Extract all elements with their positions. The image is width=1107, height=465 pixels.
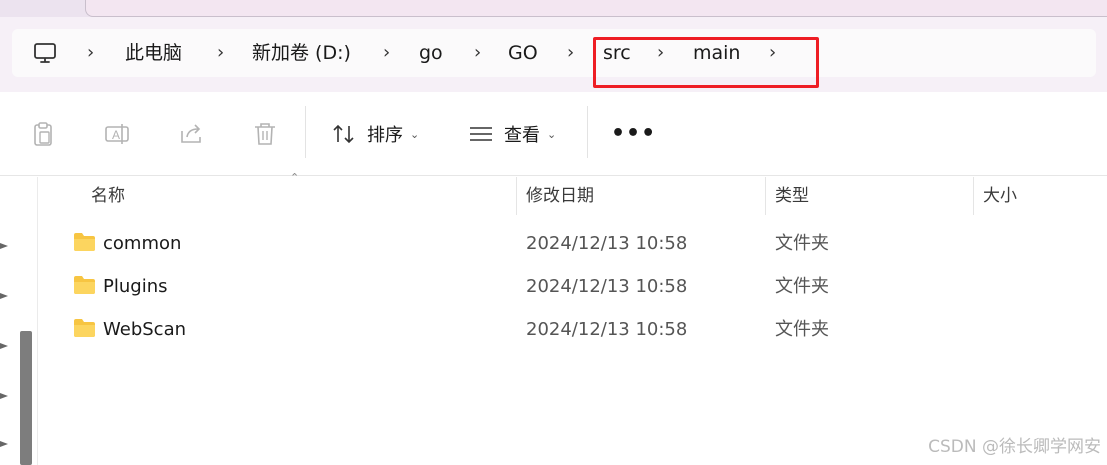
toolbar-separator: [587, 106, 588, 158]
command-bar: A 排序 ⌄ 查看 ⌄ •••: [0, 92, 1107, 176]
column-divider[interactable]: [765, 177, 766, 215]
column-header-size[interactable]: 大小: [983, 177, 1017, 215]
breadcrumb-GO[interactable]: GO: [508, 29, 538, 77]
address-bar[interactable]: › 此电脑 › 新加卷 (D:) › go › GO › src › main …: [12, 29, 1096, 88]
this-pc-icon[interactable]: [33, 41, 57, 65]
pin-icon[interactable]: [0, 341, 10, 351]
tab-edge: [85, 0, 1107, 17]
view-icon: [470, 127, 492, 141]
column-divider[interactable]: [973, 177, 974, 215]
column-header-modified[interactable]: 修改日期: [526, 177, 594, 215]
file-modified: 2024/12/13 10:58: [526, 233, 688, 254]
pin-icon[interactable]: [0, 291, 10, 301]
table-row[interactable]: WebScan 2024/12/13 10:58 文件夹: [60, 308, 1100, 351]
sort-button[interactable]: 排序 ⌄: [331, 114, 419, 154]
file-type: 文件夹: [775, 233, 829, 254]
scrollbar-thumb[interactable]: [20, 331, 32, 465]
pin-icon[interactable]: [0, 439, 10, 449]
delete-icon[interactable]: [251, 120, 279, 148]
chevron-right-icon[interactable]: ›: [87, 29, 94, 77]
breadcrumb-drive-d[interactable]: 新加卷 (D:): [252, 29, 351, 77]
file-type: 文件夹: [775, 276, 829, 297]
breadcrumb-this-pc[interactable]: 此电脑: [125, 29, 182, 77]
pin-icon[interactable]: [0, 391, 10, 401]
svg-text:A: A: [112, 128, 120, 142]
file-name[interactable]: common: [103, 222, 181, 265]
sort-indicator-icon: ⌃: [290, 171, 300, 184]
chevron-right-icon[interactable]: ›: [383, 29, 390, 77]
more-options-button[interactable]: •••: [611, 114, 656, 154]
table-row[interactable]: common 2024/12/13 10:58 文件夹: [60, 222, 1100, 265]
column-divider[interactable]: [516, 177, 517, 215]
view-label: 查看: [504, 125, 540, 146]
breadcrumb-go[interactable]: go: [419, 29, 443, 77]
file-modified: 2024/12/13 10:58: [526, 319, 688, 340]
view-button[interactable]: 查看 ⌄: [468, 114, 556, 154]
chevron-right-icon[interactable]: ›: [567, 29, 574, 77]
chevron-right-icon[interactable]: ›: [217, 29, 224, 77]
chevron-down-icon: ⌄: [410, 127, 420, 141]
highlight-box: [593, 37, 819, 88]
sort-icon: [333, 124, 354, 144]
toolbar-separator: [305, 106, 306, 158]
folder-icon: [74, 276, 95, 294]
file-type: 文件夹: [775, 319, 829, 340]
share-icon[interactable]: [177, 120, 205, 148]
watermark: CSDN @徐长卿学网安: [928, 437, 1101, 457]
paste-icon[interactable]: [29, 120, 57, 148]
folder-icon: [74, 233, 95, 251]
file-modified: 2024/12/13 10:58: [526, 276, 688, 297]
chevron-right-icon[interactable]: ›: [474, 29, 481, 77]
sort-label: 排序: [367, 125, 403, 146]
column-header-name[interactable]: 名称: [91, 177, 125, 215]
address-area: › 此电脑 › 新加卷 (D:) › go › GO › src › main …: [0, 17, 1107, 92]
file-name[interactable]: WebScan: [103, 308, 186, 351]
chevron-down-icon: ⌄: [547, 127, 557, 141]
table-row[interactable]: Plugins 2024/12/13 10:58 文件夹: [60, 265, 1100, 308]
pin-icon[interactable]: [0, 241, 10, 251]
navigation-pane[interactable]: [0, 177, 38, 465]
column-header-type[interactable]: 类型: [775, 177, 809, 215]
rename-icon[interactable]: A: [103, 120, 131, 148]
file-name[interactable]: Plugins: [103, 265, 167, 308]
folder-icon: [74, 319, 95, 337]
